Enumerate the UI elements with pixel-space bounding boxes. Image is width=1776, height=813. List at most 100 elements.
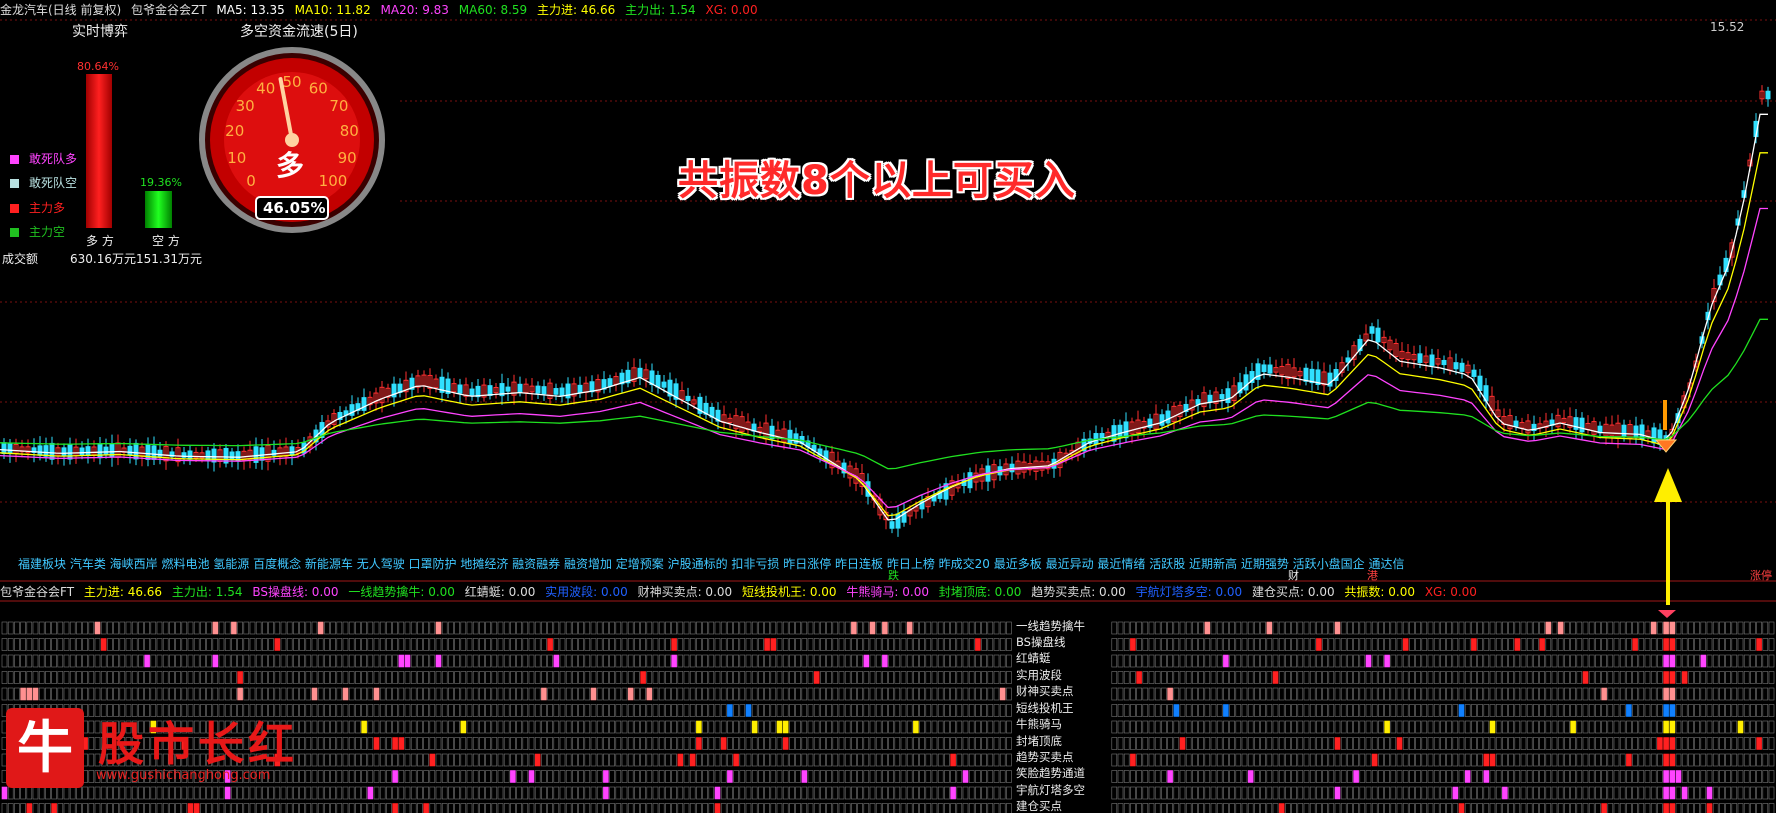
signal-cell <box>516 654 522 668</box>
signal-cell <box>906 770 913 783</box>
signal-cell <box>1266 687 1273 701</box>
signal-cell <box>1260 704 1266 717</box>
signal-cell <box>218 786 225 800</box>
signal-cell <box>1619 770 1626 783</box>
signal-cell <box>857 654 863 668</box>
signal-cell <box>410 770 417 783</box>
signal-cell <box>206 786 212 800</box>
signal-cell <box>981 704 987 717</box>
signal-cell <box>88 638 95 651</box>
signal-cell <box>410 638 417 651</box>
signal-cell <box>801 654 808 668</box>
signal-cell <box>373 770 380 783</box>
signal-cell <box>1477 737 1483 750</box>
signal-cell <box>1223 720 1229 734</box>
signal-cell <box>1359 687 1366 701</box>
signal-cell <box>398 803 405 813</box>
signal-cell <box>212 638 219 651</box>
signal-cell <box>665 704 671 717</box>
signal-cell <box>1409 803 1415 813</box>
signal-cell <box>162 803 169 813</box>
signal-cell <box>1694 786 1700 800</box>
signal-cell <box>472 671 479 684</box>
signal-cell <box>274 786 281 800</box>
signal-cell <box>1179 704 1186 717</box>
signal-cell <box>603 638 609 651</box>
signal-cell <box>293 803 299 813</box>
signal-cell <box>224 638 231 651</box>
signal-cell <box>683 671 690 684</box>
signal-cell <box>813 654 820 668</box>
signal-cell <box>1663 638 1669 651</box>
signal-cell <box>1241 770 1248 783</box>
signal-cell <box>1458 687 1465 701</box>
signal-cell <box>1192 671 1198 684</box>
signal-cell <box>1464 638 1471 651</box>
signal-cell <box>1229 671 1235 684</box>
signal-cell <box>1340 737 1347 750</box>
candle-body <box>1651 427 1657 444</box>
indicator-name[interactable]: 包爷金谷会ZT <box>131 3 207 17</box>
signal-cell <box>795 621 801 635</box>
signal-cell <box>454 654 460 668</box>
signal-cell <box>1607 770 1614 783</box>
signal-cell <box>1700 770 1707 783</box>
signal-cell <box>919 621 925 635</box>
signal-cell <box>460 671 467 684</box>
signal-cell <box>26 687 33 701</box>
signal-cell <box>950 753 956 767</box>
stock-name[interactable]: 金龙汽车(日线 前复权) <box>0 3 121 17</box>
signal-cell <box>677 687 684 701</box>
signal-cell <box>950 770 956 783</box>
signal-cell <box>993 654 1000 668</box>
signal-cell <box>646 720 653 734</box>
signal-cell <box>367 786 374 800</box>
signal-cell <box>1539 687 1545 701</box>
signal-cell <box>801 753 808 767</box>
signal-cell <box>286 654 293 668</box>
signal-cell <box>293 786 299 800</box>
signal-cell <box>696 687 702 701</box>
signal-cell <box>398 786 405 800</box>
signal-cell <box>658 770 665 783</box>
signal-cell <box>491 720 498 734</box>
signal-cell <box>1502 654 1508 668</box>
signal-cell <box>1347 671 1353 684</box>
signal-cell <box>7 654 14 668</box>
signal-cell <box>1216 621 1223 635</box>
signal-cell <box>448 720 454 734</box>
signal-cell <box>113 654 119 668</box>
signal-cell <box>906 720 913 734</box>
signal-cell <box>1743 770 1750 783</box>
signal-cell <box>665 803 671 813</box>
signal-cell <box>1285 671 1291 684</box>
signal-cell <box>869 687 876 701</box>
signal-cell <box>572 687 578 701</box>
signal-cell <box>317 621 324 635</box>
concept-tags[interactable]: 福建板块 汽车类 海峡西岸 燃料电池 氢能源 百度概念 新能源车 无人驾驶 口罩… <box>18 555 1458 572</box>
signal-cell <box>1210 638 1217 651</box>
signal-cell <box>1756 753 1762 767</box>
signal-cell <box>1768 638 1775 651</box>
signal-cell <box>1514 671 1521 684</box>
signal-cell <box>392 638 398 651</box>
signal-cell <box>609 638 615 651</box>
signal-cell <box>1626 720 1632 734</box>
signal-cell <box>441 737 448 750</box>
signal-cell <box>770 671 777 684</box>
signal-cell <box>466 704 473 717</box>
signal-cell <box>88 704 95 717</box>
signal-cell <box>454 753 460 767</box>
signal-cell <box>441 786 448 800</box>
signal-cell <box>745 687 752 701</box>
signal-cell <box>466 786 473 800</box>
signal-cell <box>1309 654 1316 668</box>
signal-cell <box>311 770 318 783</box>
signal-cell <box>100 671 107 684</box>
signal-cell <box>1607 803 1614 813</box>
subchart-indicator[interactable]: 包爷金谷会FT <box>0 585 74 599</box>
signal-cell <box>410 704 417 717</box>
signal-cell <box>1570 671 1576 684</box>
signal-cell <box>274 621 281 635</box>
signal-cell <box>888 803 894 813</box>
